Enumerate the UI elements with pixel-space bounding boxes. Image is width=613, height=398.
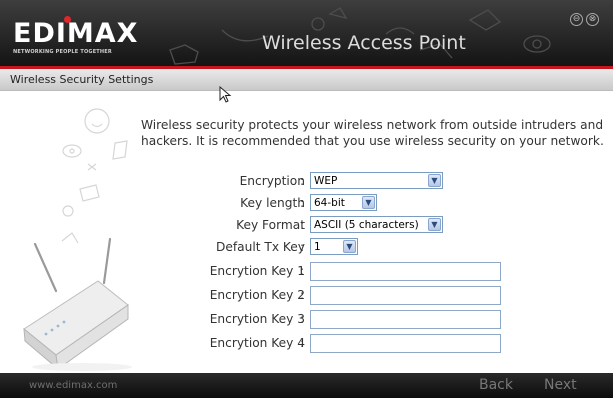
colon: :: [300, 288, 305, 302]
key-format-label: Key Format: [236, 218, 305, 232]
chevron-down-icon[interactable]: ▼: [343, 240, 356, 253]
back-button[interactable]: Back: [479, 377, 513, 393]
encryption-value: WEP: [314, 175, 338, 187]
key-length-value: 64-bit: [314, 197, 345, 209]
colon: :: [300, 240, 305, 254]
key4-row: Encrytion Key 4 :: [0, 334, 613, 354]
minimize-button[interactable]: ⊖: [570, 13, 583, 26]
colon: :: [300, 336, 305, 350]
key4-label: Encrytion Key 4: [209, 336, 305, 350]
key2-row: Encrytion Key 2 :: [0, 286, 613, 306]
encryption-row: Encryption : WEP ▼: [0, 172, 613, 192]
close-button[interactable]: ⊗: [586, 13, 599, 26]
default-tx-key-select[interactable]: 1 ▼: [310, 238, 358, 255]
app-title: Wireless Access Point: [262, 32, 466, 54]
key-format-value: ASCII (5 characters): [314, 219, 419, 231]
logo-wordmark: EDIMAX: [13, 18, 139, 49]
key-format-row: Key Format : ASCII (5 characters) ▼: [0, 216, 613, 236]
mouse-pointer-icon: [219, 86, 232, 103]
logo-tagline: NETWORKING PEOPLE TOGETHER: [13, 49, 112, 55]
colon: :: [300, 174, 305, 188]
key-length-label: Key length: [240, 196, 305, 210]
chevron-down-icon[interactable]: ▼: [362, 196, 375, 209]
logo-dot: [64, 16, 71, 23]
section-title: Wireless Security Settings: [10, 73, 154, 86]
encryption-label: Encryption: [239, 174, 305, 188]
default-tx-key-value: 1: [314, 241, 321, 253]
key3-row: Encrytion Key 3 :: [0, 310, 613, 330]
key1-row: Encrytion Key 1 :: [0, 262, 613, 282]
chevron-down-icon[interactable]: ▼: [428, 174, 441, 187]
encryption-key-2-input[interactable]: [310, 286, 501, 305]
colon: :: [300, 218, 305, 232]
title-bar: EDIMAX NETWORKING PEOPLE TOGETHER Wirele…: [0, 0, 613, 66]
next-button[interactable]: Next: [544, 377, 577, 393]
encryption-key-4-input[interactable]: [310, 334, 501, 353]
default-tx-key-label: Default Tx Key: [215, 240, 305, 254]
intro-text: Wireless security protects your wireless…: [141, 118, 604, 148]
encryption-key-3-input[interactable]: [310, 310, 501, 329]
key3-label: Encrytion Key 3: [209, 312, 305, 326]
key2-label: Encrytion Key 2: [209, 288, 305, 302]
colon: :: [300, 264, 305, 278]
key-format-select[interactable]: ASCII (5 characters) ▼: [310, 216, 443, 233]
chevron-down-icon[interactable]: ▼: [428, 218, 441, 231]
website-link[interactable]: www.edimax.com: [29, 380, 117, 391]
installer-window: EDIMAX NETWORKING PEOPLE TOGETHER Wirele…: [0, 0, 613, 398]
key1-label: Encrytion Key 1: [209, 264, 305, 278]
default-tx-key-row: Default Tx Key : 1 ▼: [0, 238, 613, 258]
colon: :: [300, 196, 305, 210]
encryption-key-1-input[interactable]: [310, 262, 501, 281]
encryption-select[interactable]: WEP ▼: [310, 172, 443, 189]
colon: :: [300, 312, 305, 326]
edimax-logo: EDIMAX NETWORKING PEOPLE TOGETHER: [13, 16, 139, 55]
footer-bar: www.edimax.com Back Next: [0, 373, 613, 398]
key-length-row: Key length : 64-bit ▼: [0, 194, 613, 214]
section-header: Wireless Security Settings: [0, 69, 613, 91]
key-length-select[interactable]: 64-bit ▼: [310, 194, 377, 211]
